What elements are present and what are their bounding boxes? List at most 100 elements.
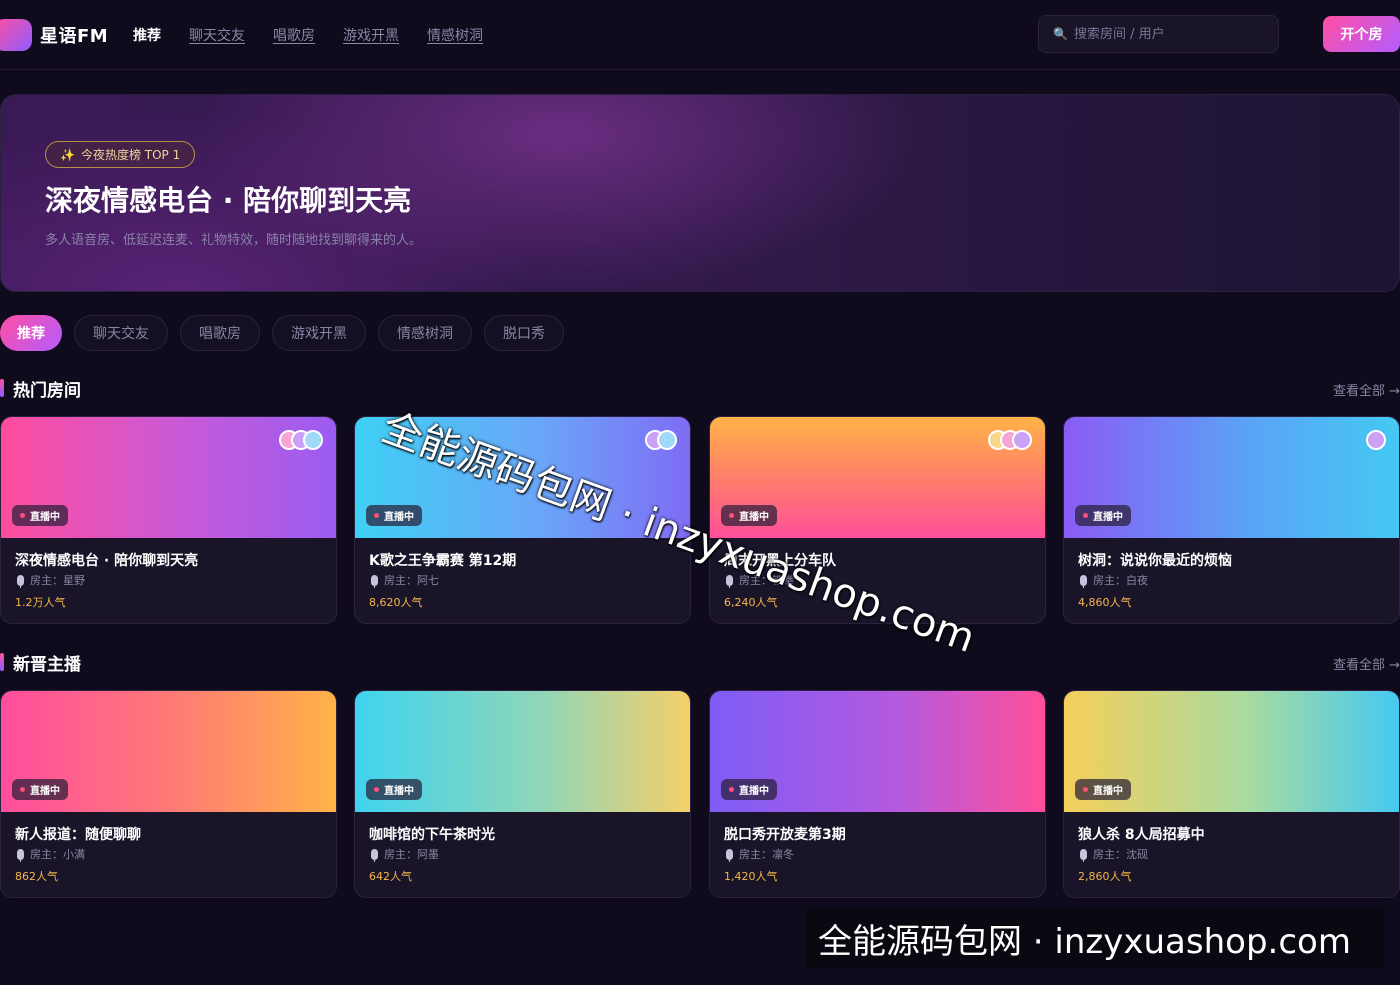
chip-recommend[interactable]: 推荐 [0,315,62,351]
hero-title: 深夜情感电台 · 陪你聊到天亮 [45,184,412,217]
card-popularity: 1,420人气 [724,870,778,883]
host-label: 房主：白夜 [1093,574,1148,587]
section-accent-bar [0,653,4,671]
card-popularity: 8,620人气 [369,596,423,609]
card-title: K歌之王争霸赛 第12期 [369,553,517,569]
host-label: 房主：阿七 [384,574,439,587]
search-input[interactable] [1073,26,1264,42]
live-label: 直播中 [739,512,769,523]
nav-item-chat[interactable]: 聊天交友 [189,25,245,45]
member-avatars [988,430,1032,450]
live-badge: 直播中 [1075,779,1131,800]
avatar [303,430,323,450]
card-popularity: 1.2万人气 [15,596,66,609]
host-label: 房主：沈砚 [1093,848,1148,861]
live-dot-icon [20,513,25,518]
chip-standup[interactable]: 脱口秀 [484,315,564,351]
new-hosts-header: 新晋主播 查看全部 → [0,650,1400,675]
category-chips: 推荐 聊天交友 唱歌房 游戏开黑 情感树洞 脱口秀 [0,315,564,351]
host-label: 房主：凛冬 [739,848,794,861]
room-card[interactable]: 直播中 脱口秀开放麦第3期 房主：凛冬 1,420人气 [709,690,1046,898]
room-card[interactable]: 直播中 狼人杀 8人局招募中 房主：沈砚 2,860人气 [1063,690,1400,898]
card-popularity: 2,860人气 [1078,870,1132,883]
live-dot-icon [1083,513,1088,518]
live-dot-icon [374,513,379,518]
section-accent-bar [0,379,4,397]
live-label: 直播中 [30,786,60,797]
sparkle-icon: ✨ [60,147,75,162]
card-title: 脱口秀开放麦第3期 [724,827,846,843]
live-label: 直播中 [739,786,769,797]
card-title: 狼人杀 8人局招募中 [1078,827,1205,843]
card-host: 房主：阿七 [371,572,439,588]
live-badge: 直播中 [366,505,422,526]
live-badge: 直播中 [12,779,68,800]
live-badge: 直播中 [366,779,422,800]
search-box[interactable]: 🔍 [1038,15,1279,53]
new-hosts-grid: 直播中 新人报道：随便聊聊 房主：小满 862人气 直播中 咖啡馆的下午茶时光 … [0,690,1400,898]
card-host: 房主：阿墨 [371,846,439,862]
main-nav: 推荐 聊天交友 唱歌房 游戏开黑 情感树洞 [133,25,483,45]
card-title: 新人报道：随便聊聊 [15,827,141,843]
mic-icon [1080,848,1087,862]
mic-icon [726,848,733,862]
live-label: 直播中 [1093,512,1123,523]
host-label: 房主：小满 [30,848,85,861]
chip-game[interactable]: 游戏开黑 [272,315,366,351]
card-host: 房主：小满 [17,846,85,862]
card-popularity: 6,240人气 [724,596,778,609]
chip-sing[interactable]: 唱歌房 [180,315,260,351]
card-title: 咖啡馆的下午茶时光 [369,827,495,843]
mic-icon [1080,574,1087,588]
card-host: 房主：白夜 [1080,572,1148,588]
host-label: 房主：阿墨 [384,848,439,861]
card-title: 深夜情感电台 · 陪你聊到天亮 [15,553,199,569]
live-dot-icon [1083,787,1088,792]
hero-subtitle: 多人语音房、低延迟连麦、礼物特效，随时随地找到聊得来的人。 [45,233,423,248]
card-popularity: 642人气 [369,870,412,883]
card-host: 房主：凛冬 [726,846,794,862]
view-all-link[interactable]: 查看全部 → [1333,380,1400,399]
view-all-link[interactable]: 查看全部 → [1333,654,1400,673]
top-bar: 星语FM 推荐 聊天交友 唱歌房 游戏开黑 情感树洞 🔍 开个房 [0,0,1400,70]
nav-item-sing[interactable]: 唱歌房 [273,25,315,45]
nav-item-treehole[interactable]: 情感树洞 [427,25,483,45]
live-label: 直播中 [30,512,60,523]
logo-icon [0,19,32,51]
live-label: 直播中 [384,512,414,523]
hero-badge-label: 今夜热度榜 TOP 1 [80,148,181,162]
mic-icon [371,848,378,862]
brand-name[interactable]: 星语FM [40,22,108,48]
host-label: 房主：星野 [30,574,85,587]
room-card[interactable]: 直播中 树洞：说说你最近的烦恼 房主：白夜 4,860人气 [1063,416,1400,624]
room-card[interactable]: 直播中 新人报道：随便聊聊 房主：小满 862人气 [0,690,337,898]
member-avatars [645,430,677,450]
watermark-box: 全能源码包网 · inzyxuashop.com [806,908,1384,968]
live-dot-icon [374,787,379,792]
room-card[interactable]: 直播中 咖啡馆的下午茶时光 房主：阿墨 642人气 [354,690,691,898]
hero-badge: ✨ 今夜热度榜 TOP 1 [45,141,196,168]
mic-icon [371,574,378,588]
mic-icon [17,848,24,862]
room-card[interactable]: 直播中 深夜情感电台 · 陪你聊到天亮 房主：星野 1.2万人气 [0,416,337,624]
section-title: 热门房间 [13,381,81,401]
live-label: 直播中 [1093,786,1123,797]
chip-chat[interactable]: 聊天交友 [74,315,168,351]
card-popularity: 862人气 [15,870,58,883]
card-host: 房主：星野 [17,572,85,588]
nav-item-game[interactable]: 游戏开黑 [343,25,399,45]
hot-rooms-header: 热门房间 查看全部 → [0,376,1400,401]
live-dot-icon [729,787,734,792]
hero-banner[interactable]: ✨ 今夜热度榜 TOP 1 深夜情感电台 · 陪你聊到天亮 多人语音房、低延迟连… [0,94,1400,292]
live-dot-icon [20,787,25,792]
live-badge: 直播中 [12,505,68,526]
card-host: 房主：沈砚 [1080,846,1148,862]
avatar [1366,430,1386,450]
chip-treehole[interactable]: 情感树洞 [378,315,472,351]
nav-item-recommend[interactable]: 推荐 [133,25,161,45]
open-room-button[interactable]: 开个房 [1323,16,1400,52]
member-avatars [279,430,323,450]
section-title: 新晋主播 [13,655,81,675]
live-badge: 直播中 [721,779,777,800]
live-label: 直播中 [384,786,414,797]
